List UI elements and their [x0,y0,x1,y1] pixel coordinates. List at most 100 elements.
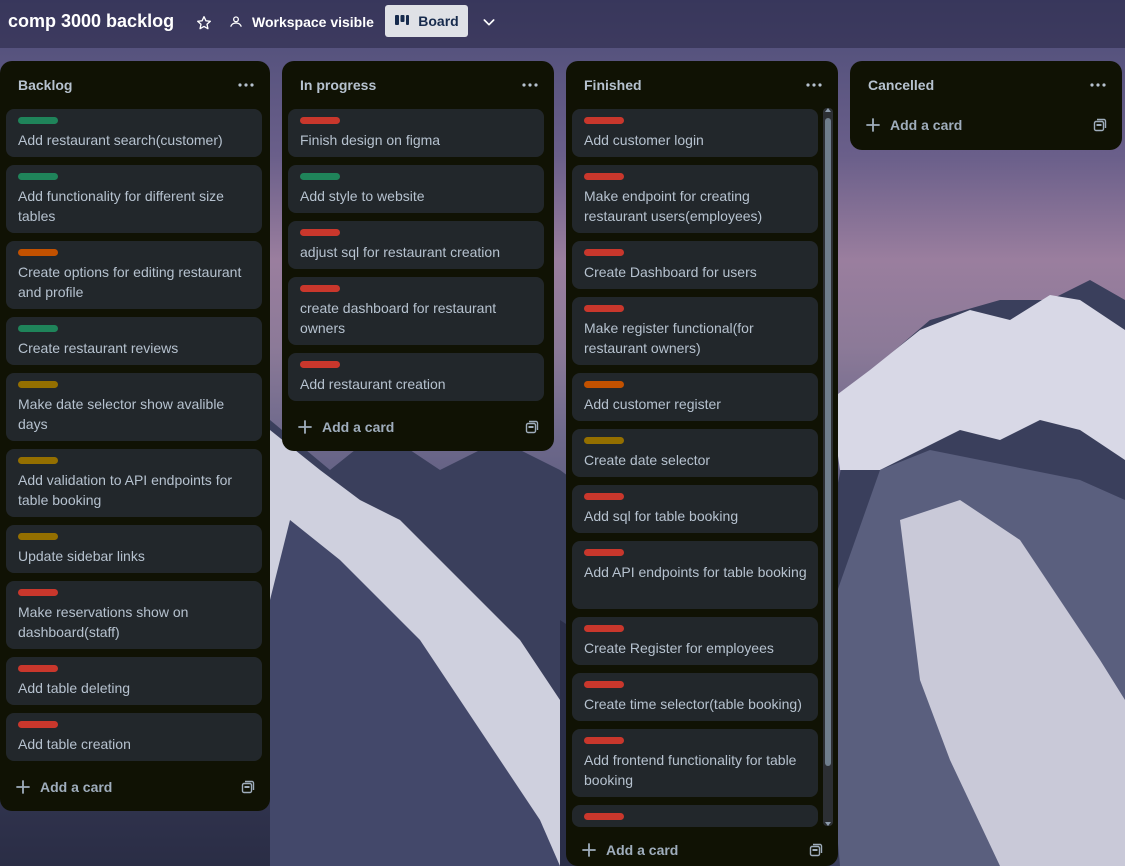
card[interactable]: Create Dashboard for users [572,241,818,289]
card[interactable]: create dashboard for restaurant owners [288,277,544,345]
more-dots-icon [522,83,538,87]
card[interactable]: adjust sql for restaurant creation [288,221,544,269]
card[interactable]: Create Register for employees [572,617,818,665]
list-menu-button[interactable] [514,73,546,97]
card[interactable]: Add customer register [572,373,818,421]
card[interactable]: Create date selector [572,429,818,477]
more-dots-icon [1090,83,1106,87]
card-label[interactable] [584,549,624,556]
card[interactable]: Add restaurant creation [288,353,544,401]
card-label[interactable] [300,361,340,368]
card-label[interactable] [18,533,58,540]
card-title: Make endpoint for creating restaurant us… [584,188,763,224]
add-card-button[interactable]: Add a card [858,111,962,139]
card-label[interactable] [584,117,624,124]
list-menu-button[interactable] [798,73,830,97]
card-label[interactable] [18,457,58,464]
star-board-button[interactable] [190,9,218,37]
card-label[interactable] [584,681,624,688]
card-label[interactable] [18,325,58,332]
card[interactable]: Add table deleting [6,657,262,705]
card[interactable]: Add restaurant search(customer) [6,109,262,157]
card-template-icon [1093,118,1107,132]
list-title[interactable]: In progress [300,77,376,93]
card-label[interactable] [18,117,58,124]
list-menu-button[interactable] [230,73,262,97]
card-label[interactable] [18,721,58,728]
card-label[interactable] [584,737,624,744]
list-menu-button[interactable] [1082,73,1114,97]
card-label[interactable] [584,305,624,312]
card[interactable]: Create options for editing restaurant an… [6,241,262,309]
card-template-icon [525,420,539,434]
card-label[interactable] [300,117,340,124]
card[interactable]: Add table creation [6,713,262,761]
chevron-down-icon [483,19,495,26]
view-switcher-button[interactable] [476,9,502,35]
card-title: Add customer register [584,396,721,412]
card-label[interactable] [584,813,624,820]
card[interactable]: Add functionality for different size tab… [6,165,262,233]
card[interactable] [572,805,818,827]
add-card-button[interactable]: Add a card [8,773,112,801]
add-card-label: Add a card [890,117,963,133]
list-in-progress: In progress Finish design on figma Add sty… [282,61,554,451]
scroll-up-arrow[interactable] [825,108,831,112]
list-title[interactable]: Backlog [18,77,72,93]
card[interactable]: Make endpoint for creating restaurant us… [572,165,818,233]
card-label[interactable] [584,493,624,500]
list-title[interactable]: Finished [584,77,642,93]
card[interactable]: Add API endpoints for table booking [572,541,818,609]
create-from-template-button[interactable] [236,775,260,799]
card-label[interactable] [584,381,624,388]
create-from-template-button[interactable] [520,415,544,439]
card[interactable]: Add customer login [572,109,818,157]
add-card-button[interactable]: Add a card [290,413,394,441]
visibility-button[interactable]: Workspace visible [228,9,374,35]
card[interactable]: Create time selector(table booking) [572,673,818,721]
card-label[interactable] [18,249,58,256]
card[interactable]: Make reservations show on dashboard(staf… [6,581,262,649]
card[interactable]: Update sidebar links [6,525,262,573]
card[interactable]: Make date selector show avalible days [6,373,262,441]
list-header: Cancelled [850,61,1122,109]
list-finished: Finished Add customer login Make endpoint … [566,61,838,866]
card-title: Add validation to API endpoints for tabl… [18,472,233,508]
finished-list-scrollbar[interactable] [823,108,833,826]
board-icon [395,15,410,25]
add-card-label: Add a card [40,779,113,795]
scroll-thumb[interactable] [825,118,831,766]
card-label[interactable] [584,437,624,444]
list-title[interactable]: Cancelled [868,77,934,93]
card[interactable]: Add frontend functionality for table boo… [572,729,818,797]
board-header: comp 3000 backlog Workspace visible Boar… [0,0,1125,48]
board-title[interactable]: comp 3000 backlog [8,11,174,32]
card-title: Add API endpoints for table booking [584,564,807,580]
create-from-template-button[interactable] [1088,113,1112,137]
card[interactable]: Create restaurant reviews [6,317,262,365]
card-title: Add functionality for different size tab… [18,188,224,224]
card-label[interactable] [18,665,58,672]
list-header: Finished [566,61,838,109]
card[interactable]: Add sql for table booking [572,485,818,533]
card[interactable]: Make register functional(for restaurant … [572,297,818,365]
card[interactable]: Add validation to API endpoints for tabl… [6,449,262,517]
card-label[interactable] [18,589,58,596]
card-template-icon [809,843,823,857]
card[interactable]: Finish design on figma [288,109,544,157]
card-label[interactable] [18,381,58,388]
card-label[interactable] [300,285,340,292]
card-label[interactable] [18,173,58,180]
card-label[interactable] [300,173,340,180]
plus-icon [582,843,596,857]
card-label[interactable] [300,229,340,236]
add-card-button[interactable]: Add a card [574,836,678,864]
board-view-button[interactable]: Board [385,5,468,37]
create-from-template-button[interactable] [804,838,828,862]
scroll-down-arrow[interactable] [825,822,831,826]
card-label[interactable] [584,249,624,256]
card-label[interactable] [584,173,624,180]
card-title: Add restaurant creation [300,376,446,392]
card[interactable]: Add style to website [288,165,544,213]
card-label[interactable] [584,625,624,632]
